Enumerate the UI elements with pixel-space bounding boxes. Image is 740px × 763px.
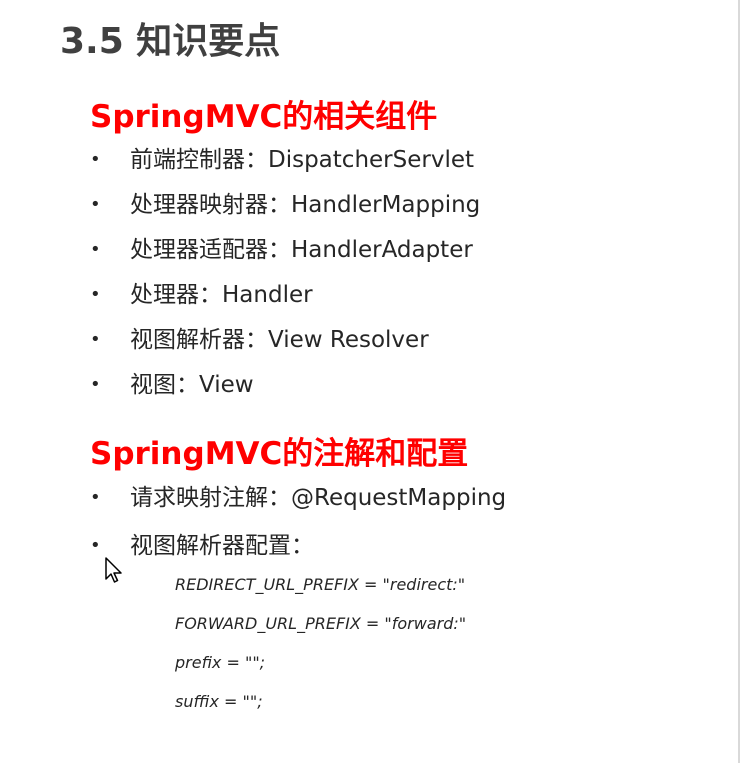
bullet-icon: • <box>90 239 101 260</box>
code-line: prefix = ""; <box>175 653 266 672</box>
list-item-text: 请求映射注解：@RequestMapping <box>130 485 507 511</box>
bullet-icon: • <box>90 329 101 350</box>
list-item-text: 前端控制器：DispatcherServlet <box>130 147 475 173</box>
code-line: suffix = ""; <box>175 692 263 711</box>
section-heading-annotations: SpringMVC的注解和配置 <box>90 436 469 472</box>
code-line: REDIRECT_URL_PREFIX = "redirect:" <box>175 575 466 594</box>
list-item-text: 视图解析器配置： <box>130 533 314 559</box>
code-line: FORWARD_URL_PREFIX = "forward:" <box>175 614 467 633</box>
list-item-text: 视图解析器：View Resolver <box>130 327 429 353</box>
section-heading-components: SpringMVC的相关组件 <box>90 99 438 135</box>
bullet-icon: • <box>90 374 101 395</box>
view-resolver-config-code: REDIRECT_URL_PREFIX = "redirect:" FORWAR… <box>175 570 466 726</box>
mouse-pointer-icon <box>105 557 122 583</box>
list-item-text: 视图：View <box>130 372 254 398</box>
list-item-text: 处理器：Handler <box>130 282 313 308</box>
slide-canvas: 3.5 知识要点 SpringMVC的相关组件 • 前端控制器：Dispatch… <box>0 0 740 763</box>
bullet-icon: • <box>90 149 101 170</box>
slide-title: 3.5 知识要点 <box>60 21 281 62</box>
bullet-icon: • <box>90 284 101 305</box>
list-item-text: 处理器映射器：HandlerMapping <box>130 192 481 218</box>
bullet-icon: • <box>90 535 101 556</box>
list-item-text: 处理器适配器：HandlerAdapter <box>130 237 473 263</box>
bullet-icon: • <box>90 194 101 215</box>
bullet-icon: • <box>90 487 101 508</box>
